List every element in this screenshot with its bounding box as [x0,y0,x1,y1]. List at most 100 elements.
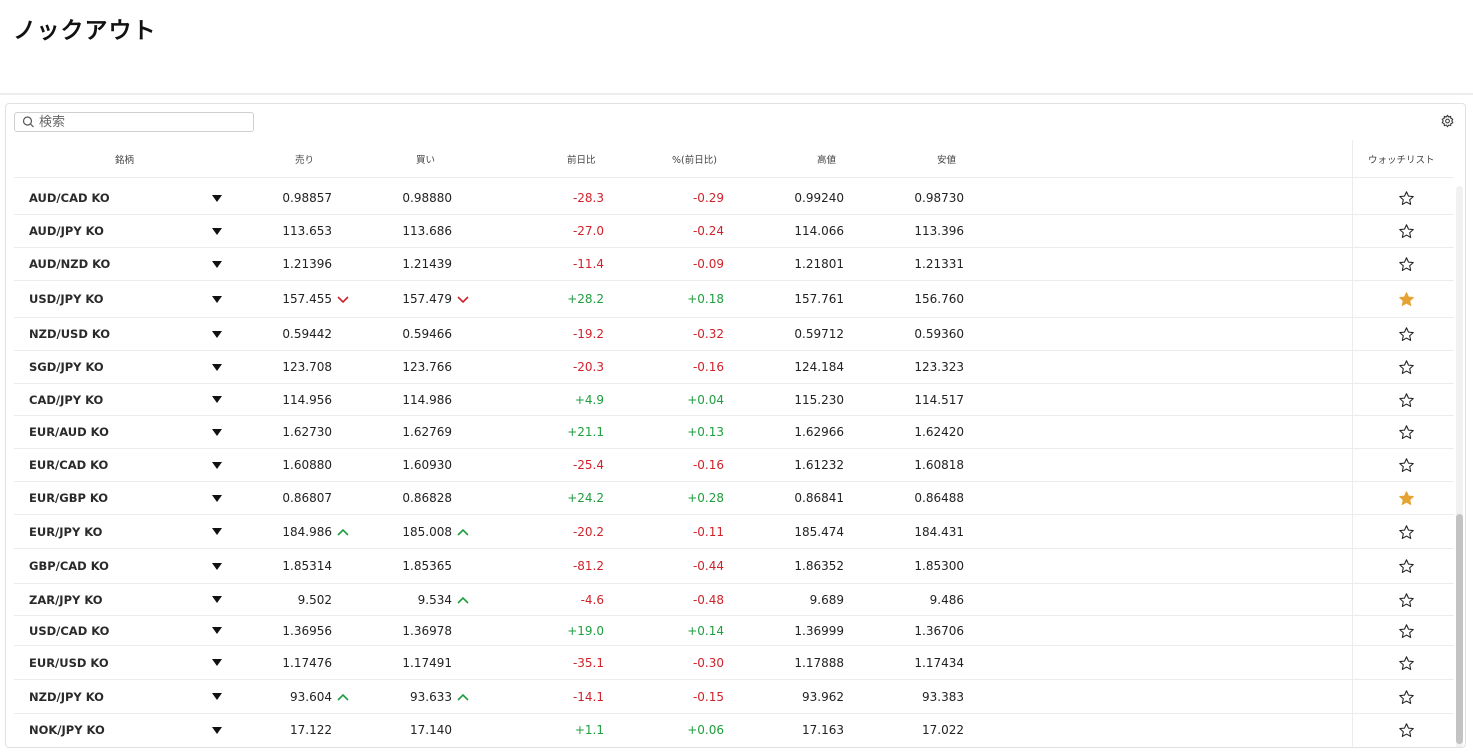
table-row[interactable]: USD/CAD KO 1.36956 1.36978 +19.0 +0.14 1.3699… [14,616,1454,646]
watchlist-toggle[interactable] [1395,281,1417,318]
sell-price-cell[interactable]: 123.708 [244,351,357,384]
buy-price[interactable]: 0.86828 [402,482,452,515]
buy-price[interactable]: 113.686 [402,215,452,248]
table-row[interactable]: AUD/CAD KO 0.98857 0.98880 -28.3 -0.29 0.9924… [14,182,1454,215]
sell-price-cell[interactable]: 157.455 [244,281,357,318]
sell-price-cell[interactable]: 0.98857 [244,182,357,215]
instrument-name[interactable]: EUR/JPY KO [29,515,102,549]
watchlist-toggle[interactable] [1395,680,1417,714]
buy-price[interactable]: 9.534 [418,584,452,616]
table-row[interactable]: NZD/JPY KO 93.604 93.633 -14.1 -0.15 93.962 93… [14,680,1454,714]
table-row[interactable]: ZAR/JPY KO 9.502 9.534 -4.6 -0.48 9.689 9.486 [14,584,1454,616]
instrument-name[interactable]: NZD/USD KO [29,318,110,351]
expand-toggle[interactable] [210,616,224,646]
instrument-name[interactable]: GBP/CAD KO [29,549,109,584]
watchlist-toggle[interactable] [1395,248,1417,281]
watchlist-toggle[interactable] [1395,646,1417,680]
buy-price[interactable]: 1.60930 [402,449,452,482]
instrument-name[interactable]: USD/JPY KO [29,281,104,318]
buy-price-cell[interactable]: 185.008 [364,515,477,549]
instrument-name[interactable]: CAD/JPY KO [29,384,103,416]
vertical-scrollbar[interactable] [1456,186,1463,747]
buy-price[interactable]: 1.62769 [402,416,452,449]
sell-price-cell[interactable]: 184.986 [244,515,357,549]
buy-price[interactable]: 1.21439 [402,248,452,281]
watchlist-toggle[interactable] [1395,616,1417,646]
buy-price[interactable]: 93.633 [410,680,452,714]
instrument-name[interactable]: EUR/USD KO [29,646,109,680]
expand-toggle[interactable] [210,384,224,416]
sell-price-cell[interactable]: 0.86807 [244,482,357,515]
buy-price[interactable]: 114.986 [402,384,452,416]
sell-price[interactable]: 1.21396 [282,248,332,281]
sell-price-cell[interactable]: 1.17476 [244,646,357,680]
watchlist-toggle[interactable] [1395,351,1417,384]
buy-price-cell[interactable]: 1.62769 [364,416,477,449]
sell-price-cell[interactable]: 17.122 [244,714,357,747]
expand-toggle[interactable] [210,680,224,714]
buy-price[interactable]: 0.98880 [402,182,452,215]
instrument-name[interactable]: NOK/JPY KO [29,714,105,747]
table-row[interactable]: EUR/CAD KO 1.60880 1.60930 -25.4 -0.16 1.6123… [14,449,1454,482]
sell-price[interactable]: 1.60880 [282,449,332,482]
sell-price[interactable]: 9.502 [298,584,332,616]
scrollbar-thumb[interactable] [1456,514,1463,744]
buy-price-cell[interactable]: 0.98880 [364,182,477,215]
watchlist-toggle[interactable] [1395,318,1417,351]
watchlist-toggle[interactable] [1395,215,1417,248]
table-row[interactable]: NZD/USD KO 0.59442 0.59466 -19.2 -0.32 0.5971… [14,318,1454,351]
buy-price-cell[interactable]: 9.534 [364,584,477,616]
expand-toggle[interactable] [210,515,224,549]
expand-toggle[interactable] [210,182,224,215]
instrument-name[interactable]: ZAR/JPY KO [29,584,103,616]
sell-price-cell[interactable]: 1.21396 [244,248,357,281]
buy-price-cell[interactable]: 123.766 [364,351,477,384]
expand-toggle[interactable] [210,318,224,351]
sell-price-cell[interactable]: 9.502 [244,584,357,616]
buy-price-cell[interactable]: 113.686 [364,215,477,248]
expand-toggle[interactable] [210,646,224,680]
table-row[interactable]: CAD/JPY KO 114.956 114.986 +4.9 +0.04 115.230… [14,384,1454,416]
table-row[interactable]: EUR/JPY KO 184.986 185.008 -20.2 -0.11 185.47… [14,515,1454,549]
instrument-name[interactable]: EUR/GBP KO [29,482,108,515]
watchlist-toggle[interactable] [1395,482,1417,515]
sell-price-cell[interactable]: 1.36956 [244,616,357,646]
buy-price[interactable]: 123.766 [402,351,452,384]
instrument-name[interactable]: AUD/JPY KO [29,215,104,248]
watchlist-toggle[interactable] [1395,182,1417,215]
expand-toggle[interactable] [210,281,224,318]
expand-toggle[interactable] [210,416,224,449]
buy-price[interactable]: 0.59466 [402,318,452,351]
expand-toggle[interactable] [210,549,224,584]
instrument-name[interactable]: SGD/JPY KO [29,351,104,384]
expand-toggle[interactable] [210,351,224,384]
sell-price-cell[interactable]: 93.604 [244,680,357,714]
instrument-name[interactable]: EUR/CAD KO [29,449,108,482]
sell-price[interactable]: 17.122 [290,714,332,747]
watchlist-toggle[interactable] [1395,714,1417,747]
sell-price[interactable]: 0.86807 [282,482,332,515]
sell-price[interactable]: 1.17476 [282,646,332,680]
buy-price-cell[interactable]: 1.85365 [364,549,477,584]
instrument-name[interactable]: AUD/NZD KO [29,248,110,281]
expand-toggle[interactable] [210,584,224,616]
sell-price[interactable]: 0.59442 [282,318,332,351]
expand-toggle[interactable] [210,248,224,281]
sell-price[interactable]: 1.36956 [282,616,332,646]
buy-price-cell[interactable]: 1.21439 [364,248,477,281]
sell-price-cell[interactable]: 1.85314 [244,549,357,584]
watchlist-toggle[interactable] [1395,549,1417,584]
buy-price-cell[interactable]: 1.36978 [364,616,477,646]
buy-price[interactable]: 157.479 [402,281,452,318]
buy-price-cell[interactable]: 93.633 [364,680,477,714]
sell-price-cell[interactable]: 0.59442 [244,318,357,351]
expand-toggle[interactable] [210,215,224,248]
sell-price-cell[interactable]: 1.60880 [244,449,357,482]
watchlist-toggle[interactable] [1395,416,1417,449]
instrument-name[interactable]: USD/CAD KO [29,616,109,646]
buy-price-cell[interactable]: 0.86828 [364,482,477,515]
sell-price[interactable]: 113.653 [282,215,332,248]
buy-price[interactable]: 17.140 [410,714,452,747]
sell-price[interactable]: 93.604 [290,680,332,714]
buy-price[interactable]: 1.17491 [402,646,452,680]
